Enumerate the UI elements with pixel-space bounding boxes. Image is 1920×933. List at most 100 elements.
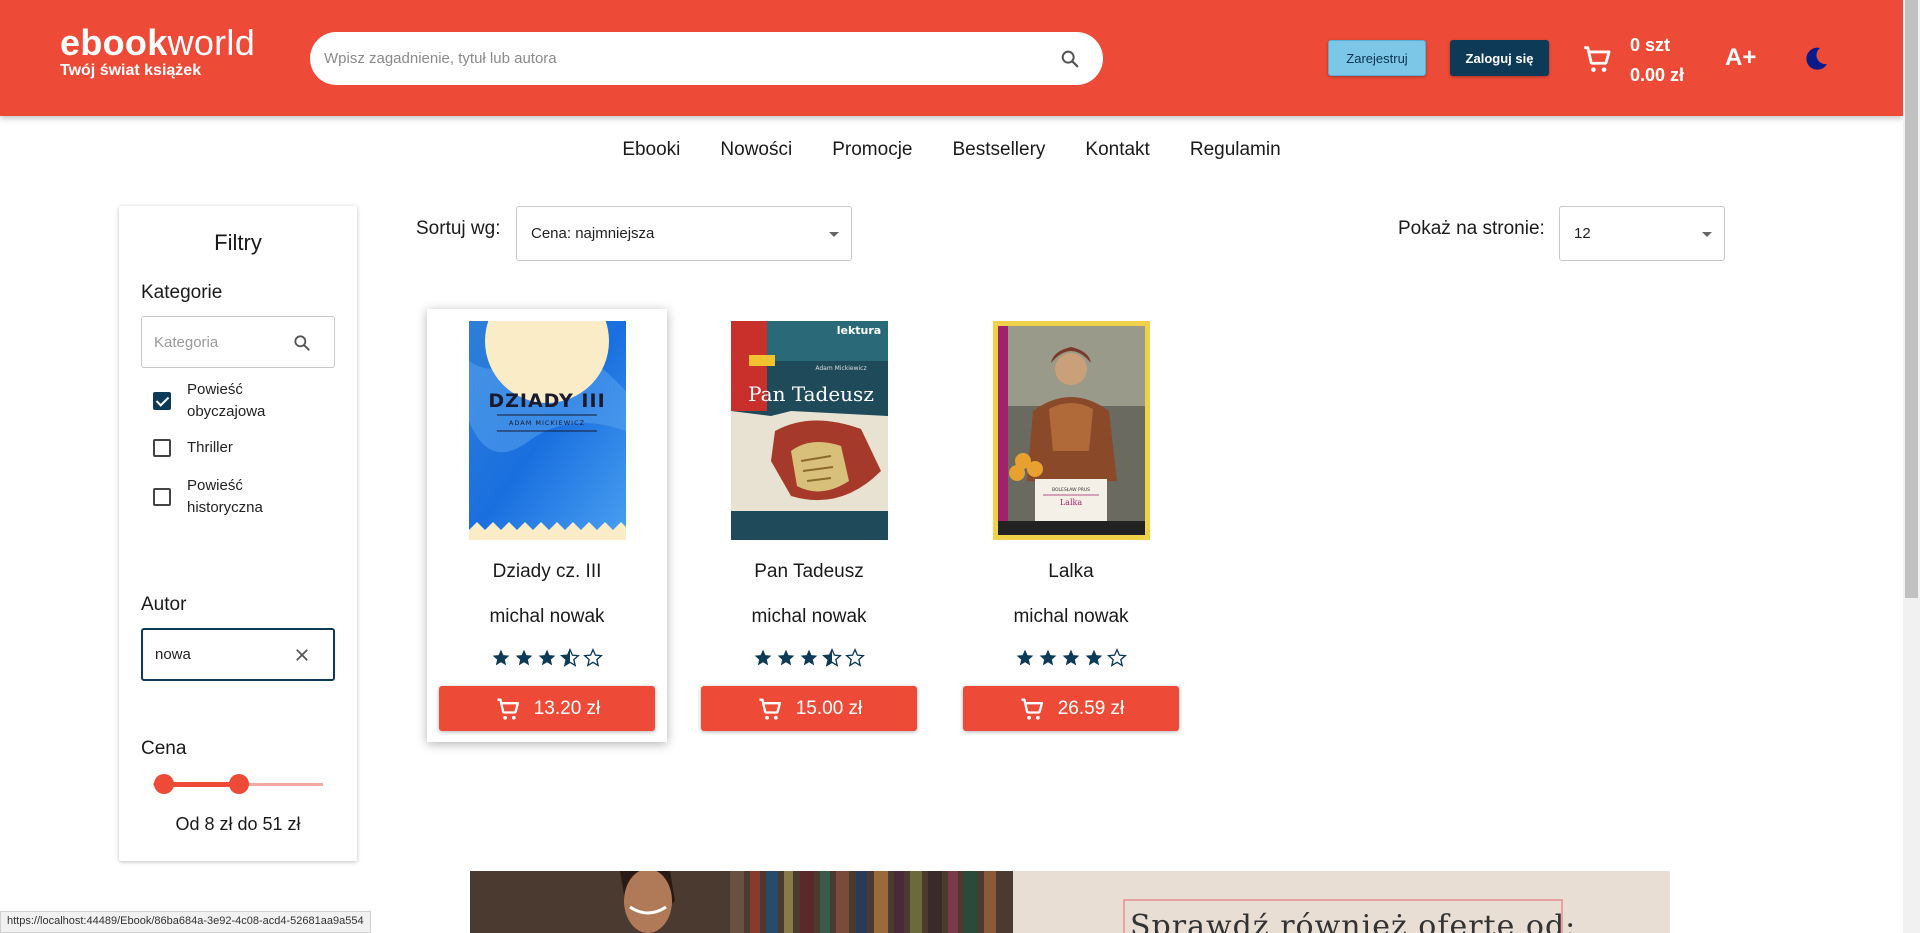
add-to-cart-button[interactable]: 13.20 zł bbox=[439, 686, 655, 731]
star-filled-icon bbox=[800, 649, 818, 666]
svg-text:BOLESŁAW PRUS: BOLESŁAW PRUS bbox=[1052, 487, 1090, 493]
star-filled-icon bbox=[492, 649, 510, 666]
dark-mode-moon-icon[interactable] bbox=[1800, 44, 1830, 74]
banner-text: Sprawdź również ofertę od: bbox=[1130, 909, 1577, 933]
star-filled-icon bbox=[754, 649, 772, 666]
product-author: michal nowak bbox=[489, 606, 605, 627]
nav-regulamin[interactable]: Regulamin bbox=[1170, 138, 1301, 162]
sort-select[interactable]: Cena: najmniejsza bbox=[516, 206, 852, 261]
category-checkbox[interactable] bbox=[153, 392, 171, 410]
logo-title: ebookworld bbox=[60, 22, 256, 63]
category-item[interactable]: Thriller bbox=[141, 437, 311, 459]
product-rating bbox=[427, 648, 667, 668]
category-label: Powieść obyczajowa bbox=[187, 381, 266, 420]
product-card[interactable]: lektura Adam Mickiewicz Pan Tadeusz Pan … bbox=[689, 309, 929, 742]
cart-total: 0.00 zł bbox=[1630, 65, 1685, 85]
per-page-selected-value: 12 bbox=[1574, 225, 1591, 242]
star-filled-icon bbox=[515, 649, 533, 666]
site-logo[interactable]: ebookworld Twój świat książek bbox=[60, 24, 255, 80]
price-range-slider[interactable] bbox=[153, 774, 323, 794]
star-empty-icon bbox=[1107, 648, 1127, 667]
product-author: michal nowak bbox=[751, 606, 867, 627]
svg-text:Adam Mickiewicz: Adam Mickiewicz bbox=[815, 365, 866, 372]
category-search-input[interactable] bbox=[154, 317, 294, 367]
promo-banner[interactable]: Sprawdź również ofertę od: bbox=[470, 871, 1670, 933]
author-filter bbox=[141, 628, 335, 681]
banner-frame-line bbox=[1123, 899, 1125, 933]
categories-label: Kategorie bbox=[141, 282, 223, 303]
sort-label: Sortuj wg: bbox=[416, 218, 501, 239]
star-filled-icon bbox=[538, 649, 556, 666]
clear-icon[interactable] bbox=[293, 646, 311, 664]
category-search bbox=[141, 316, 335, 368]
add-to-cart-button[interactable]: 26.59 zł bbox=[963, 686, 1179, 731]
category-label: Thriller bbox=[187, 439, 233, 456]
cart-summary[interactable]: 0 szt 0.00 zł bbox=[1630, 30, 1684, 90]
author-input[interactable] bbox=[155, 630, 285, 679]
svg-text:lektura: lektura bbox=[837, 324, 881, 337]
page-scrollbar[interactable] bbox=[1903, 0, 1920, 933]
price-label: Cena bbox=[141, 738, 187, 759]
book-cover-pan-tadeusz[interactable]: lektura Adam Mickiewicz Pan Tadeusz bbox=[731, 321, 888, 540]
category-item[interactable]: Powieść obyczajowa bbox=[141, 379, 311, 423]
svg-text:Lalka: Lalka bbox=[1060, 498, 1082, 507]
chevron-down-icon bbox=[1702, 232, 1712, 237]
nav-nowosci[interactable]: Nowości bbox=[700, 138, 812, 162]
category-checkbox[interactable] bbox=[153, 488, 171, 506]
cart-icon bbox=[1021, 698, 1043, 720]
star-filled-icon bbox=[1016, 649, 1034, 666]
filters-title: Filtry bbox=[214, 230, 262, 255]
nav-ebooki[interactable]: Ebooki bbox=[602, 138, 700, 162]
page-scrollbar-thumb[interactable] bbox=[1905, 0, 1918, 598]
category-item[interactable]: Powieść historyczna bbox=[141, 475, 311, 519]
banner-frame-line bbox=[1123, 899, 1563, 901]
logo-subtitle: Twój świat książek bbox=[60, 62, 202, 79]
product-rating bbox=[951, 648, 1191, 668]
star-half-icon bbox=[560, 648, 580, 667]
svg-text:Pan Tadeusz: Pan Tadeusz bbox=[748, 382, 874, 406]
sort-selected-value: Cena: najmniejsza bbox=[531, 225, 655, 242]
search-bar bbox=[310, 32, 1103, 85]
search-icon[interactable] bbox=[292, 333, 312, 353]
category-label: Powieść historyczna bbox=[187, 477, 263, 516]
product-price: 26.59 zł bbox=[1057, 697, 1125, 719]
product-card[interactable]: DZIADY III ADAM MICKIEWICZ Dziady cz. II… bbox=[427, 309, 667, 742]
product-title[interactable]: Dziady cz. III bbox=[427, 561, 667, 583]
product-author: michal nowak bbox=[1013, 606, 1129, 627]
per-page-label: Pokaż na stronie: bbox=[1398, 218, 1545, 239]
star-empty-icon bbox=[845, 648, 865, 667]
search-input[interactable] bbox=[324, 32, 1024, 85]
book-cover-dziady[interactable]: DZIADY III ADAM MICKIEWICZ bbox=[469, 321, 626, 540]
slider-min-handle[interactable] bbox=[154, 774, 174, 794]
product-price: 13.20 zł bbox=[533, 697, 601, 719]
per-page-select[interactable]: 12 bbox=[1559, 206, 1725, 261]
chevron-down-icon bbox=[829, 232, 839, 237]
product-title[interactable]: Pan Tadeusz bbox=[689, 561, 929, 583]
status-bar-url: https://localhost:44489/Ebook/86ba684a-3… bbox=[0, 911, 371, 933]
login-button[interactable]: Zaloguj się bbox=[1450, 40, 1549, 76]
author-label: Autor bbox=[141, 594, 187, 615]
slider-active-range bbox=[164, 782, 239, 787]
slider-max-handle[interactable] bbox=[229, 774, 249, 794]
svg-text:ADAM MICKIEWICZ: ADAM MICKIEWICZ bbox=[509, 419, 585, 427]
product-card[interactable]: BOLESŁAW PRUS Lalka Lalka michal nowak 2… bbox=[951, 309, 1191, 742]
cart-icon[interactable] bbox=[1580, 42, 1614, 76]
star-half-icon bbox=[822, 648, 842, 667]
nav-kontakt[interactable]: Kontakt bbox=[1065, 138, 1169, 162]
star-filled-icon bbox=[1062, 649, 1080, 666]
product-title[interactable]: Lalka bbox=[951, 561, 1191, 583]
product-price: 15.00 zł bbox=[795, 697, 863, 719]
product-rating bbox=[689, 648, 929, 668]
header-bar: ebookworld Twój świat książek Zarejestru… bbox=[0, 0, 1903, 116]
nav-promocje[interactable]: Promocje bbox=[812, 138, 932, 162]
search-icon[interactable] bbox=[1059, 48, 1081, 70]
category-checkbox[interactable] bbox=[153, 439, 171, 457]
add-to-cart-button[interactable]: 15.00 zł bbox=[701, 686, 917, 731]
font-size-increase-button[interactable]: A+ bbox=[1725, 44, 1756, 72]
book-cover-lalka[interactable]: BOLESŁAW PRUS Lalka bbox=[993, 321, 1150, 540]
star-empty-icon bbox=[583, 648, 603, 667]
price-range-text: Od 8 zł do 51 zł bbox=[175, 814, 301, 834]
register-button[interactable]: Zarejestruj bbox=[1328, 40, 1426, 76]
nav-bestsellery[interactable]: Bestsellery bbox=[932, 138, 1065, 162]
cart-icon bbox=[497, 698, 519, 720]
